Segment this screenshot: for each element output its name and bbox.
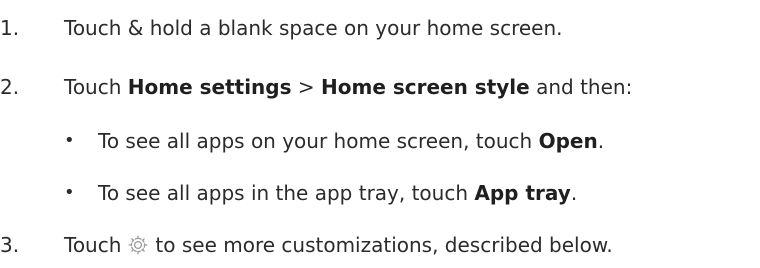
list-item-text: Touch & hold a blank space on your home … (64, 16, 563, 40)
bold-text: Open (538, 129, 598, 153)
text-run: and then: (529, 75, 633, 99)
bold-text: Home screen style (321, 75, 530, 99)
text-run: . (597, 129, 605, 153)
list-item-text: Touch to see more customizations, descri… (64, 233, 613, 257)
text-run: > (291, 75, 321, 99)
gear-icon (123, 234, 153, 256)
sub-list-item-text: To see all apps in the app tray, touch A… (98, 181, 577, 205)
text-run: . (570, 181, 578, 205)
bullet-marker: • (64, 182, 75, 203)
bold-text: App tray (474, 181, 571, 205)
text-run: Touch (64, 233, 122, 257)
list-item-text: Touch Home settings > Home screen style … (64, 75, 632, 99)
text-run: to see more customizations, described be… (155, 233, 613, 257)
list-number: 2. (0, 75, 20, 99)
list-number: 1. (0, 16, 20, 40)
bold-text: Home settings (127, 75, 292, 99)
sub-list-item-text: To see all apps on your home screen, tou… (98, 129, 604, 153)
text-run: To see all apps on your home screen, tou… (98, 129, 539, 153)
bullet-marker: • (64, 130, 75, 151)
text-run: To see all apps in the app tray, touch (98, 181, 475, 205)
text-run: Touch (64, 75, 128, 99)
list-number: 3. (0, 233, 20, 257)
